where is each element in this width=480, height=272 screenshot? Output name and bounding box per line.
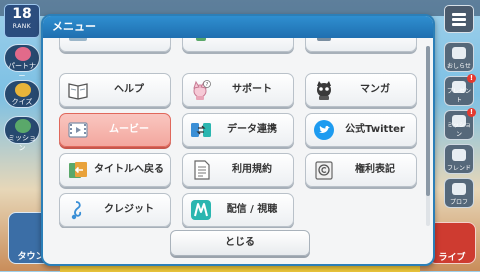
help-label: ヘルプ xyxy=(114,84,144,95)
menu-header: メニュー xyxy=(43,16,433,38)
hamburger-line xyxy=(452,13,466,16)
menu-dialog: メニュー ヘルプ ? サポート マンガ ムービー データ連携 公式Twitter… xyxy=(41,14,435,266)
friend-button[interactable]: フレンド xyxy=(444,144,474,174)
rank-label: RANK xyxy=(12,23,32,30)
present-label: プレゼント xyxy=(446,88,471,104)
menu-item-data-link[interactable]: データ連携 xyxy=(182,113,294,147)
side-mission-label: ミッション xyxy=(8,134,36,152)
partial-icon xyxy=(196,38,206,41)
menu-item-help[interactable]: ヘルプ xyxy=(59,73,171,107)
menu-item-credit[interactable]: クレジット xyxy=(59,193,171,227)
mission-label: ミッション xyxy=(446,122,471,138)
manga-cat-icon xyxy=(317,81,331,100)
return-title-label: タイトルへ戻る xyxy=(94,164,164,175)
rank-number: 18 xyxy=(12,6,32,22)
manga-label: マンガ xyxy=(360,84,390,95)
menu-title: メニュー xyxy=(52,20,96,33)
help-book-icon xyxy=(68,83,88,100)
side-mission-button[interactable]: ミッション xyxy=(4,116,40,152)
menu-item-partial-2[interactable] xyxy=(182,38,294,52)
profile-button[interactable]: プロフ xyxy=(444,178,474,208)
partial-icon xyxy=(69,38,87,41)
twitter-label: 公式Twitter xyxy=(345,124,405,135)
mail-icon xyxy=(452,47,466,59)
copyright-icon xyxy=(315,161,333,180)
movie-label: ムービー xyxy=(109,124,149,135)
menu-item-support[interactable]: ? サポート xyxy=(182,73,294,107)
stream-m-icon xyxy=(191,200,211,220)
menu-grid: ヘルプ ? サポート マンガ ムービー データ連携 公式Twitter タイトル… xyxy=(49,38,425,228)
menu-item-partial-3[interactable] xyxy=(305,38,417,52)
close-label: とじる xyxy=(225,237,255,248)
support-label: サポート xyxy=(232,84,272,95)
terms-document-icon xyxy=(194,160,210,180)
rank-badge: 18 RANK xyxy=(4,4,40,38)
present-alert-badge: ! xyxy=(467,74,476,83)
partner-label: パートナー xyxy=(8,62,36,80)
menu-item-twitter[interactable]: 公式Twitter xyxy=(305,113,417,147)
live-label: ライブ xyxy=(438,253,466,263)
menu-item-stream[interactable]: 配信 / 視聴 xyxy=(182,193,294,227)
partial-icon xyxy=(317,38,331,41)
stream-label: 配信 / 視聴 xyxy=(226,204,278,215)
menu-item-return-title[interactable]: タイトルへ戻る xyxy=(59,153,171,187)
mission-icon xyxy=(15,119,31,133)
menu-item-partial-1[interactable] xyxy=(59,38,171,52)
menu-item-terms[interactable]: 利用規約 xyxy=(182,153,294,187)
data-link-label: データ連携 xyxy=(227,124,277,135)
movie-film-icon xyxy=(68,122,88,138)
support-character-icon: ? xyxy=(193,80,211,100)
hamburger-line xyxy=(452,18,466,21)
svg-text:?: ? xyxy=(206,82,209,88)
menu-item-copyright[interactable]: 権利表記 xyxy=(305,153,417,187)
quiz-label: クイズ xyxy=(11,98,33,106)
present-button[interactable]: ! プレゼント xyxy=(444,74,476,106)
data-link-icon xyxy=(191,123,211,137)
menu-scrollbar[interactable] xyxy=(426,46,430,226)
profile-icon xyxy=(452,183,466,195)
close-button[interactable]: とじる xyxy=(170,230,310,256)
return-title-icon xyxy=(69,162,87,178)
mission-alert-badge: ! xyxy=(467,108,476,117)
hamburger-line xyxy=(452,23,466,26)
live-button[interactable]: ライブ xyxy=(428,222,476,264)
menu-item-movie[interactable]: ムービー xyxy=(59,113,171,147)
quiz-button[interactable]: クイズ xyxy=(4,80,40,108)
friend-label: フレンド xyxy=(446,165,471,172)
menu-item-manga[interactable]: マンガ xyxy=(305,73,417,107)
terms-label: 利用規約 xyxy=(232,164,272,175)
mission-button[interactable]: ! ミッション xyxy=(444,108,476,140)
twitter-bird-icon xyxy=(314,120,334,140)
friend-icon xyxy=(452,149,466,161)
credit-label: クレジット xyxy=(104,204,154,215)
notice-label: おしらせ xyxy=(447,63,471,70)
notice-button[interactable]: おしらせ xyxy=(444,42,474,72)
heart-icon xyxy=(15,47,31,61)
credit-music-icon xyxy=(71,201,82,220)
hamburger-menu-button[interactable] xyxy=(444,5,474,33)
copyright-label: 権利表記 xyxy=(355,164,395,175)
profile-label: プロフ xyxy=(449,199,468,206)
menu-scrollbar-thumb[interactable] xyxy=(426,46,430,196)
partner-button[interactable]: パートナー xyxy=(4,44,40,80)
quiz-icon xyxy=(15,83,31,97)
